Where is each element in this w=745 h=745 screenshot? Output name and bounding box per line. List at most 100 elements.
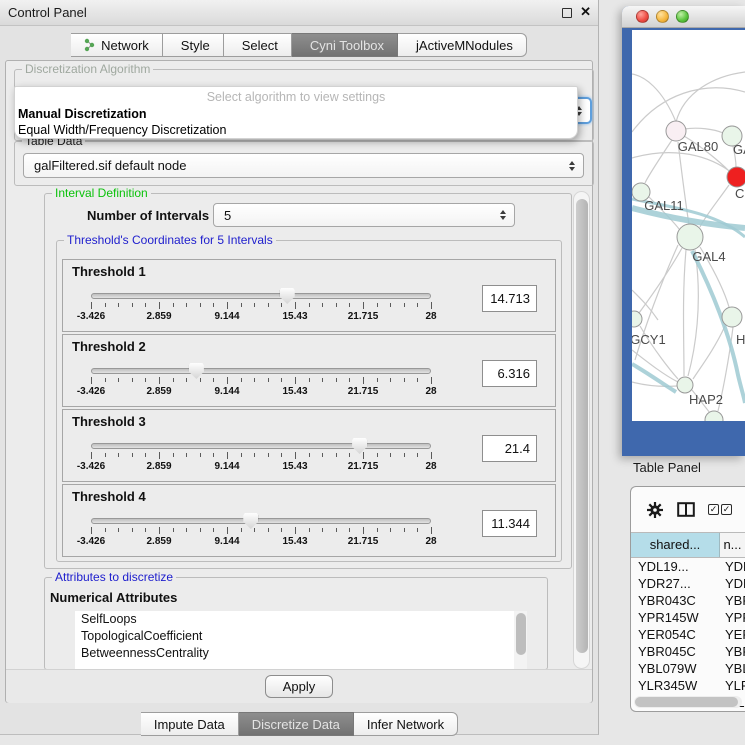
table-data-group: Table Data galFiltered.sif default node <box>14 141 594 186</box>
slider-track[interactable] <box>91 368 431 374</box>
top-tab[interactable]: Network <box>71 33 163 57</box>
attribute-item[interactable]: BetweennessCentrality <box>75 645 514 662</box>
threshold-slider[interactable]: -3.4262.8599.14415.4321.71528 <box>91 513 431 551</box>
table-row[interactable]: YBR043C YBR0 <box>631 592 745 609</box>
slider-track[interactable] <box>91 443 431 449</box>
table-row[interactable]: YDL19... YDL1 <box>631 558 745 575</box>
top-tab[interactable]: jActiveMNodules <box>398 33 527 57</box>
network-canvas[interactable]: GAL80GACGAL11GAL4GCY1HHAP2 <box>632 30 745 421</box>
application-root: Control Panel ✕ Network Style Select <box>0 0 745 745</box>
list-scrollbar[interactable] <box>514 611 527 669</box>
slider-tick-labels: -3.4262.8599.14415.4321.71528 <box>91 461 431 473</box>
top-tab[interactable]: Cyni Toolbox <box>292 33 398 57</box>
slider-ticks <box>91 377 431 385</box>
network-node-label: GA <box>733 142 745 157</box>
cell-shared-name: YLR345W <box>631 677 720 694</box>
slider-ticks <box>91 527 431 535</box>
gear-icon[interactable] <box>646 501 664 519</box>
network-edge[interactable] <box>632 88 745 132</box>
table-data-combobox[interactable]: galFiltered.sif default node <box>23 153 584 178</box>
network-node-label: GAL4 <box>692 249 725 264</box>
zoom-window-icon[interactable] <box>676 10 689 23</box>
cell-name: YBR0 <box>720 592 745 609</box>
top-tab[interactable]: Select <box>224 33 292 57</box>
slider-track[interactable] <box>91 518 431 524</box>
table-row[interactable]: YER054C YER0 <box>631 626 745 643</box>
threshold-panel: Threshold 4 -3.4262.8599.14415.4321.7152… <box>62 484 556 557</box>
network-edge[interactable] <box>684 128 723 133</box>
dropdown-option[interactable]: Equal Width/Frequency Discretization <box>15 122 577 138</box>
network-icon <box>84 38 96 52</box>
dropdown-option[interactable]: Manual Discretization <box>15 106 577 122</box>
network-view-window: GAL80GACGAL11GAL4GCY1HHAP2 <box>622 6 745 456</box>
slider-tick-labels: -3.4262.8599.14415.4321.71528 <box>91 311 431 323</box>
threshold-value-field[interactable]: 14.713 <box>482 285 537 312</box>
split-view-icon[interactable] <box>677 502 695 517</box>
network-edge[interactable] <box>693 326 725 379</box>
control-panel-titlebar: Control Panel ✕ <box>0 0 598 26</box>
threshold-value-field[interactable]: 11.344 <box>482 510 537 537</box>
threshold-slider[interactable]: -3.4262.8599.14415.4321.71528 <box>91 438 431 476</box>
threshold-value-field[interactable]: 21.4 <box>482 435 537 462</box>
column-header-shared-name[interactable]: shared... <box>631 533 720 557</box>
content-vertical-scrollbar[interactable] <box>573 191 590 669</box>
network-edge[interactable] <box>645 140 672 183</box>
network-edge[interactable] <box>688 250 698 376</box>
tab-label: Network <box>101 38 149 53</box>
number-of-intervals-combobox[interactable]: 5 <box>213 203 515 227</box>
network-edge[interactable] <box>684 250 687 376</box>
network-node[interactable] <box>727 167 745 187</box>
threshold-value-field[interactable]: 6.316 <box>482 360 537 387</box>
network-edge[interactable] <box>632 74 676 122</box>
cell-shared-name: YBR045C <box>631 643 720 660</box>
network-node-label: H <box>736 332 745 347</box>
table-row[interactable]: YBR045C YBR0 <box>631 643 745 660</box>
network-node[interactable] <box>722 307 742 327</box>
close-window-icon[interactable] <box>636 10 649 23</box>
attribute-item[interactable]: SelfLoops <box>75 611 514 628</box>
slider-tick-labels: -3.4262.8599.14415.4321.71528 <box>91 536 431 548</box>
bottom-tab[interactable]: Infer Network <box>354 712 458 736</box>
network-node-label: C <box>735 186 744 201</box>
threshold-slider[interactable]: -3.4262.8599.14415.4321.71528 <box>91 288 431 326</box>
network-edge-highlighted[interactable] <box>692 251 745 403</box>
cell-shared-name: YBR043C <box>631 592 720 609</box>
network-svg: GAL80GACGAL11GAL4GCY1HHAP2 <box>632 30 745 421</box>
network-edge[interactable] <box>676 72 745 122</box>
minimize-window-icon[interactable] <box>656 10 669 23</box>
cell-name: YDR2 <box>720 575 745 592</box>
table-row[interactable]: YBL079W YBL0 <box>631 660 745 677</box>
table-horizontal-scrollbar[interactable] <box>634 696 742 708</box>
attribute-item[interactable]: TopologicalCoefficient <box>75 628 514 645</box>
cell-shared-name: YDR27... <box>631 575 720 592</box>
network-edge[interactable] <box>639 248 682 313</box>
table-row[interactable]: YPR145W YPR1 <box>631 609 745 626</box>
slider-track[interactable] <box>91 293 431 299</box>
tab-label: Discretize Data <box>252 717 340 732</box>
bottom-tab[interactable]: Discretize Data <box>239 712 354 736</box>
checkbox-pair-icon[interactable]: ✓✓ <box>708 504 732 515</box>
top-tab[interactable]: Style <box>163 33 224 57</box>
group-title: Attributes to discretize <box>52 570 176 584</box>
close-panel-icon[interactable]: ✕ <box>580 4 591 20</box>
network-node[interactable] <box>632 311 642 327</box>
network-edge[interactable] <box>632 382 677 386</box>
threshold-slider[interactable]: -3.4262.8599.14415.4321.71528 <box>91 363 431 401</box>
thresholds-group: Threshold's Coordinates for 5 Intervals … <box>56 240 562 562</box>
cell-name: YLR3 <box>720 677 745 694</box>
table-row[interactable]: YLR345W YLR3 <box>631 677 745 694</box>
network-node[interactable] <box>677 224 703 250</box>
network-node[interactable] <box>677 377 693 393</box>
column-header-name[interactable]: n... <box>720 533 745 557</box>
stepper-arrows-icon <box>564 161 580 171</box>
slider-tick-labels: -3.4262.8599.14415.4321.71528 <box>91 386 431 398</box>
dropdown-option-list: Manual Discretization Equal Width/Freque… <box>15 106 577 138</box>
dropdown-placeholder-item: Select algorithm to view settings <box>15 89 577 106</box>
apply-button[interactable]: Apply <box>265 675 334 698</box>
float-panel-icon[interactable] <box>562 8 572 18</box>
network-node-label: GAL80 <box>678 139 718 154</box>
bottom-tab[interactable]: Impute Data <box>141 712 239 736</box>
table-row[interactable]: YDR27... YDR2 <box>631 575 745 592</box>
network-node[interactable] <box>666 121 686 141</box>
network-node[interactable] <box>705 411 723 421</box>
